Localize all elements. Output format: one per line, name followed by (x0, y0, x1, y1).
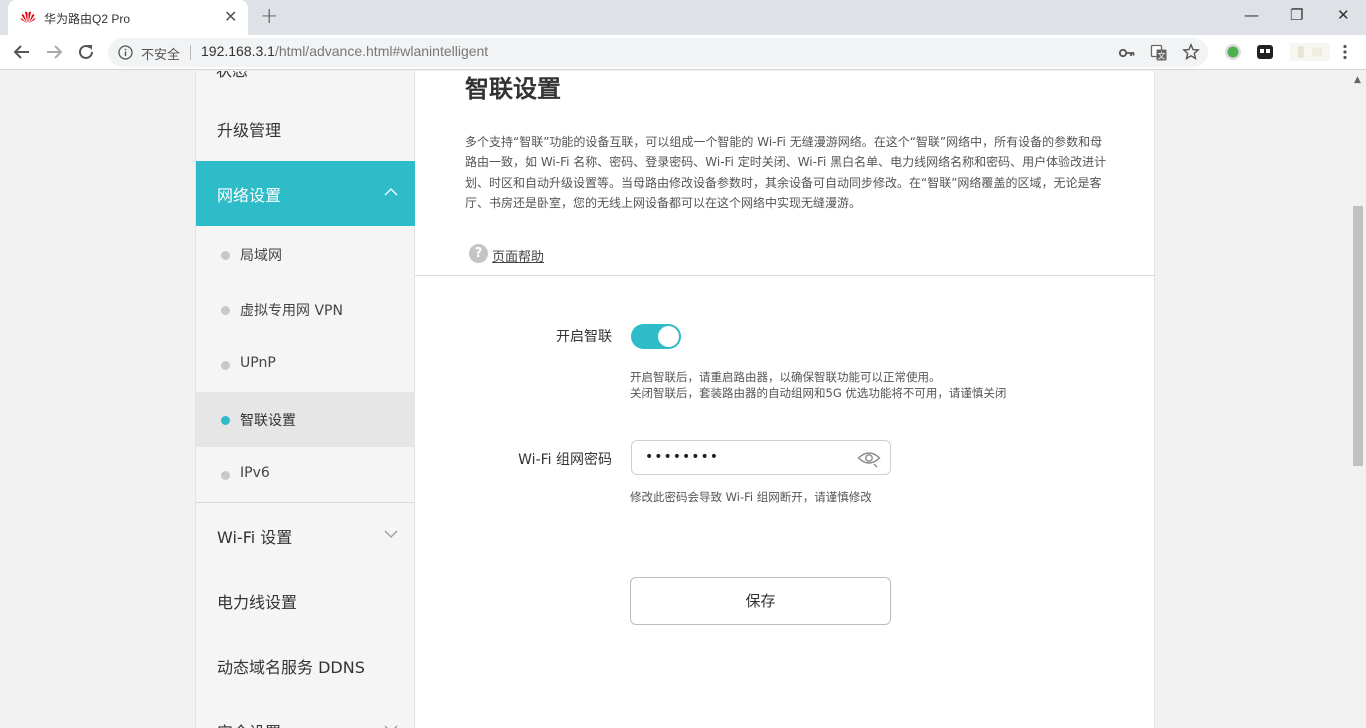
sidebar-subitem-label: UPnP (240, 355, 276, 371)
sidebar-subitem-intelligent[interactable]: 智联设置 (196, 392, 416, 447)
sidebar-item-network-settings[interactable]: 网络设置 (196, 161, 416, 226)
chevron-down-icon (384, 725, 398, 728)
sidebar-item-label: 网络设置 (217, 186, 282, 205)
tab-title: 华为路由Q2 Pro (44, 12, 131, 26)
chevron-down-icon (384, 530, 398, 538)
password-value: •••••••• (645, 449, 720, 465)
security-label: 不安全 (141, 48, 181, 63)
chevron-up-icon (384, 188, 398, 196)
tab-close-icon[interactable]: ✕ (224, 8, 237, 26)
url-host: 192.168.3.1 (201, 43, 275, 59)
section-divider (415, 275, 1155, 276)
address-bar[interactable]: 不安全 192.168.3.1/html/advance.html#wlanin… (108, 38, 1208, 67)
url-path: /html/advance.html#wlanintelligent (274, 43, 489, 59)
profile-avatar-icon[interactable] (1290, 43, 1330, 61)
sidebar-subitem-lan[interactable]: 局域网 (196, 227, 416, 282)
sidebar-subitem-upnp[interactable]: UPnP (196, 337, 416, 392)
save-button[interactable]: 保存 (630, 577, 891, 625)
enable-hint-line2: 关闭智联后，套装路由器的自动组网和5G 优选功能将不可用，请谨慎关闭 (630, 386, 1007, 400)
sidebar-subitem-label: IPv6 (240, 465, 270, 481)
password-hint: 修改此密码会导致 Wi-Fi 组网断开，请谨慎修改 (630, 490, 872, 504)
sidebar-subitem-label: 虚拟专用网 VPN (240, 303, 343, 319)
main-content: 智联设置 多个支持“智联”功能的设备互联，可以组成一个智能的 Wi-Fi 无缝漫… (415, 71, 1155, 728)
bullet-dot (221, 361, 230, 370)
sidebar-item-upgrade[interactable]: 升级管理 (196, 96, 416, 161)
page-viewport: 状态 升级管理 网络设置 局域网 虚拟专用网 VPN UPnP 智联设置 (0, 71, 1350, 728)
scroll-thumb[interactable] (1353, 206, 1363, 466)
help-icon[interactable]: ? (469, 244, 488, 263)
sidebar-item-label: 升级管理 (217, 121, 282, 140)
sidebar-item-label: 安全设置 (217, 719, 281, 728)
page-scrollbar[interactable]: ▲ (1350, 71, 1366, 728)
browser-tabstrip: 华为路由Q2 Pro ✕ + — ❐ ✕ (0, 0, 1366, 35)
sidebar-item-wifi-settings[interactable]: Wi-Fi 设置 (196, 503, 416, 568)
sidebar-item-label: Wi-Fi 设置 (217, 528, 293, 547)
page-description: 多个支持“智联”功能的设备互联，可以组成一个智能的 Wi-Fi 无缝漫游网络。在… (465, 135, 1107, 210)
sidebar-item-status[interactable]: 状态 (216, 71, 248, 81)
eye-hidden-icon[interactable] (857, 448, 881, 468)
close-window-button[interactable]: ✕ (1337, 6, 1350, 24)
key-icon[interactable] (1118, 44, 1136, 62)
menu-kebab-icon[interactable] (1336, 43, 1354, 61)
toggle-knob (658, 326, 679, 347)
mesh-password-label: Wi-Fi 组网密码 (518, 452, 612, 468)
scroll-up-arrow-icon[interactable]: ▲ (1354, 75, 1361, 85)
forward-arrow-icon[interactable] (43, 41, 65, 63)
extension-green-icon[interactable] (1224, 43, 1242, 61)
sidebar-item-ddns[interactable]: 动态域名服务 DDNS (196, 633, 416, 698)
sidebar-item-powerline[interactable]: 电力线设置 (196, 568, 416, 633)
svg-text:文: 文 (1158, 51, 1166, 61)
page-title: 智联设置 (465, 75, 561, 103)
address-separator (190, 45, 191, 60)
new-tab-button[interactable]: + (260, 4, 278, 30)
enable-hint: 开启智联后，请重启路由器，以确保智联功能可以正常使用。 关闭智联后，套装路由器的… (630, 369, 1010, 401)
sidebar-item-label: 电力线设置 (217, 593, 298, 612)
page-help-link[interactable]: 页面帮助 (492, 246, 544, 265)
browser-toolbar: 不安全 192.168.3.1/html/advance.html#wlanin… (0, 35, 1366, 70)
browser-tab[interactable]: 华为路由Q2 Pro ✕ (8, 0, 248, 35)
sidebar-item-label: 动态域名服务 DDNS (217, 658, 365, 677)
back-arrow-icon[interactable] (11, 41, 33, 63)
extension-dark-icon[interactable] (1256, 43, 1274, 61)
reload-icon[interactable] (75, 41, 97, 63)
translate-icon[interactable]: 文 (1150, 44, 1168, 62)
sidebar: 状态 升级管理 网络设置 局域网 虚拟专用网 VPN UPnP 智联设置 (195, 71, 416, 728)
url-text[interactable]: 192.168.3.1/html/advance.html#wlanintell… (201, 43, 488, 59)
info-icon[interactable] (118, 45, 133, 60)
enable-intelligent-toggle[interactable] (631, 324, 681, 349)
sidebar-subitem-label: 局域网 (240, 248, 282, 264)
bullet-dot (221, 251, 230, 260)
sidebar-subitem-ipv6[interactable]: IPv6 (196, 447, 416, 502)
enable-intelligent-label: 开启智联 (556, 329, 612, 345)
bullet-dot (221, 471, 230, 480)
sidebar-subitem-vpn[interactable]: 虚拟专用网 VPN (196, 282, 416, 337)
bullet-dot (221, 306, 230, 315)
bookmark-star-icon[interactable] (1182, 43, 1200, 61)
restore-button[interactable]: ❐ (1290, 6, 1303, 24)
enable-hint-line1: 开启智联后，请重启路由器，以确保智联功能可以正常使用。 (630, 370, 941, 384)
bullet-dot-active (221, 416, 230, 425)
mesh-password-input[interactable]: •••••••• (631, 440, 891, 475)
minimize-button[interactable]: — (1244, 6, 1259, 24)
sidebar-item-security[interactable]: 安全设置 (196, 698, 416, 728)
sidebar-subitem-label: 智联设置 (240, 413, 296, 429)
huawei-logo-icon (20, 11, 36, 24)
